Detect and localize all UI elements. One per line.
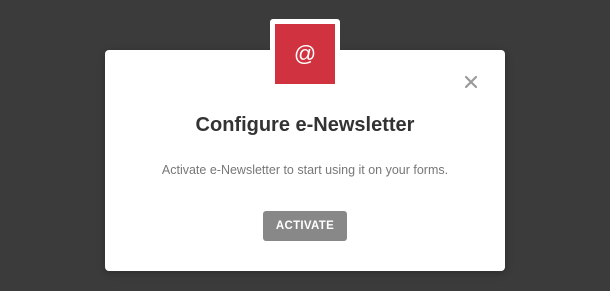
- integration-icon-frame: @: [270, 19, 340, 89]
- at-sign-icon: @: [275, 24, 335, 84]
- close-icon: [464, 75, 478, 89]
- modal-description: Activate e-Newsletter to start using it …: [161, 163, 449, 177]
- modal-title: Configure e-Newsletter: [195, 114, 415, 136]
- activate-button[interactable]: ACTIVATE: [263, 211, 347, 241]
- close-button[interactable]: [463, 74, 479, 90]
